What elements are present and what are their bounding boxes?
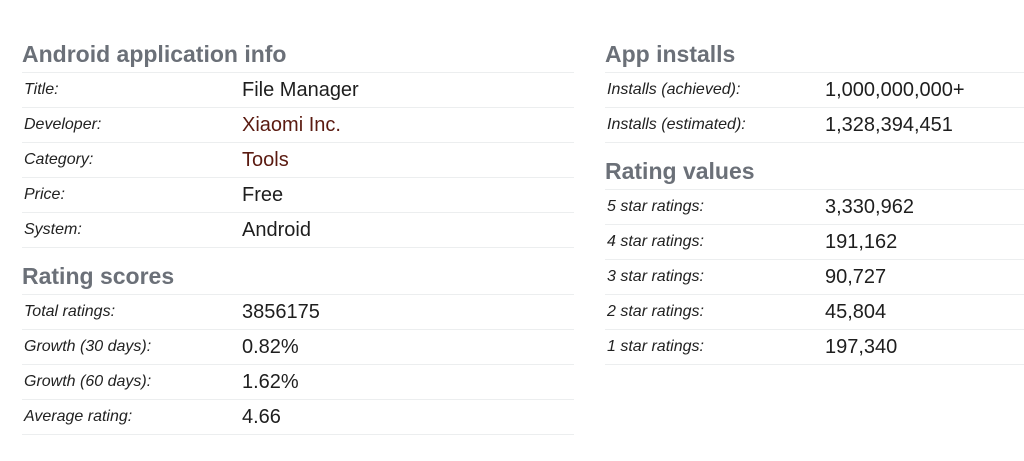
right-column: App installs Installs (achieved): 1,000,… — [605, 0, 1024, 365]
score-row-total: Total ratings: 3856175 — [22, 295, 574, 330]
score-row-growth-60: Growth (60 days): 1.62% — [22, 365, 574, 400]
info-value-price: Free — [242, 183, 284, 206]
score-label-total: Total ratings: — [24, 303, 116, 320]
info-row-price: Price: Free — [22, 178, 574, 213]
android-info-heading: Android application info — [22, 41, 287, 67]
stars-row-1: 1 star ratings: 197,340 — [605, 330, 1024, 365]
stars-label-4: 4 star ratings: — [607, 233, 704, 250]
score-label-growth-30: Growth (30 days): — [24, 338, 152, 355]
info-row-category: Category: Tools — [22, 143, 574, 178]
score-value-average: 4.66 — [242, 405, 281, 428]
rating-scores-heading: Rating scores — [22, 263, 175, 289]
info-row-system: System: Android — [22, 213, 574, 248]
info-row-title: Title: File Manager — [22, 73, 574, 108]
developer-link[interactable]: Xiaomi Inc. — [242, 114, 341, 137]
stars-label-2: 2 star ratings: — [607, 303, 704, 320]
rating-scores-table: Total ratings: 3856175 Growth (30 days):… — [22, 294, 574, 435]
left-column: Android application info Title: File Man… — [22, 0, 574, 435]
rating-values-heading: Rating values — [605, 158, 755, 184]
score-value-growth-60: 1.62% — [242, 370, 299, 393]
info-label-developer: Developer: — [24, 116, 102, 133]
installs-value-achieved: 1,000,000,000+ — [825, 78, 965, 101]
info-value-title: File Manager — [242, 78, 359, 101]
info-label-category: Category: — [24, 151, 94, 168]
stars-row-2: 2 star ratings: 45,804 — [605, 295, 1024, 330]
info-label-price: Price: — [24, 186, 65, 203]
stars-row-4: 4 star ratings: 191,162 — [605, 225, 1024, 260]
stars-value-5: 3,330,962 — [825, 195, 914, 218]
stars-row-5: 5 star ratings: 3,330,962 — [605, 190, 1024, 225]
installs-label-estimated: Installs (estimated): — [607, 116, 746, 133]
score-label-average: Average rating: — [24, 408, 133, 425]
stars-value-2: 45,804 — [825, 300, 887, 323]
installs-row-achieved: Installs (achieved): 1,000,000,000+ — [605, 73, 1024, 108]
android-info-table: Title: File Manager Developer: Xiaomi In… — [22, 72, 574, 248]
info-label-title: Title: — [24, 81, 59, 98]
score-value-total: 3856175 — [242, 300, 320, 323]
stars-label-1: 1 star ratings: — [607, 338, 704, 355]
app-installs-table: Installs (achieved): 1,000,000,000+ Inst… — [605, 72, 1024, 143]
installs-row-estimated: Installs (estimated): 1,328,394,451 — [605, 108, 1024, 143]
score-value-growth-30: 0.82% — [242, 335, 299, 358]
app-installs-heading: App installs — [605, 41, 736, 67]
stars-label-3: 3 star ratings: — [607, 268, 704, 285]
score-row-growth-30: Growth (30 days): 0.82% — [22, 330, 574, 365]
stars-value-3: 90,727 — [825, 265, 887, 288]
rating-values-table: 5 star ratings: 3,330,962 4 star ratings… — [605, 189, 1024, 365]
info-label-system: System: — [24, 221, 82, 238]
score-row-average: Average rating: 4.66 — [22, 400, 574, 435]
info-row-developer: Developer: Xiaomi Inc. — [22, 108, 574, 143]
score-label-growth-60: Growth (60 days): — [24, 373, 152, 390]
stars-label-5: 5 star ratings: — [607, 198, 704, 215]
installs-value-estimated: 1,328,394,451 — [825, 113, 953, 136]
category-link[interactable]: Tools — [242, 149, 289, 172]
info-value-system: Android — [242, 218, 311, 241]
stars-value-4: 191,162 — [825, 230, 898, 253]
installs-label-achieved: Installs (achieved): — [607, 81, 741, 98]
stars-value-1: 197,340 — [825, 335, 898, 358]
stars-row-3: 3 star ratings: 90,727 — [605, 260, 1024, 295]
